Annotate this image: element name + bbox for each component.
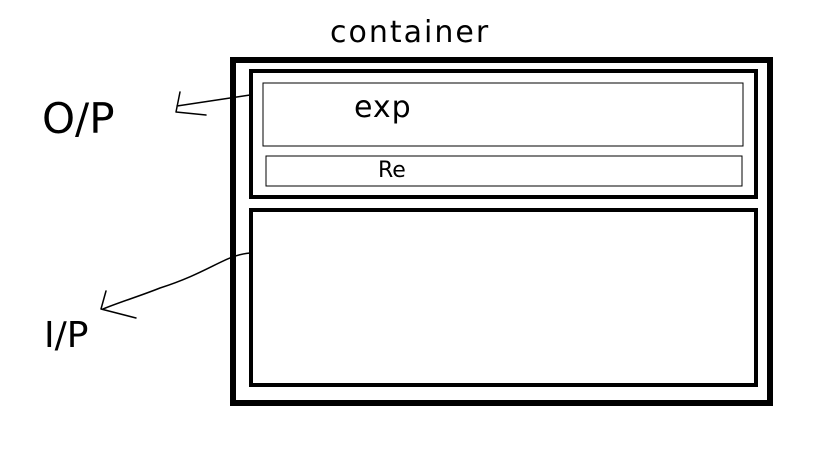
output-panel-box	[249, 69, 758, 199]
output-arrow	[175, 91, 251, 116]
output-label: O/P	[42, 94, 115, 143]
expression-text: exp	[354, 90, 412, 125]
input-label: I/P	[44, 315, 89, 356]
input-arrow	[100, 252, 251, 319]
expression-display-box	[262, 82, 744, 147]
container-box	[230, 57, 773, 406]
input-panel-box	[249, 208, 758, 387]
diagram-canvas	[100, 57, 773, 406]
container-label: container	[330, 15, 491, 50]
result-text: Re	[378, 158, 406, 183]
result-display-box	[265, 155, 743, 187]
